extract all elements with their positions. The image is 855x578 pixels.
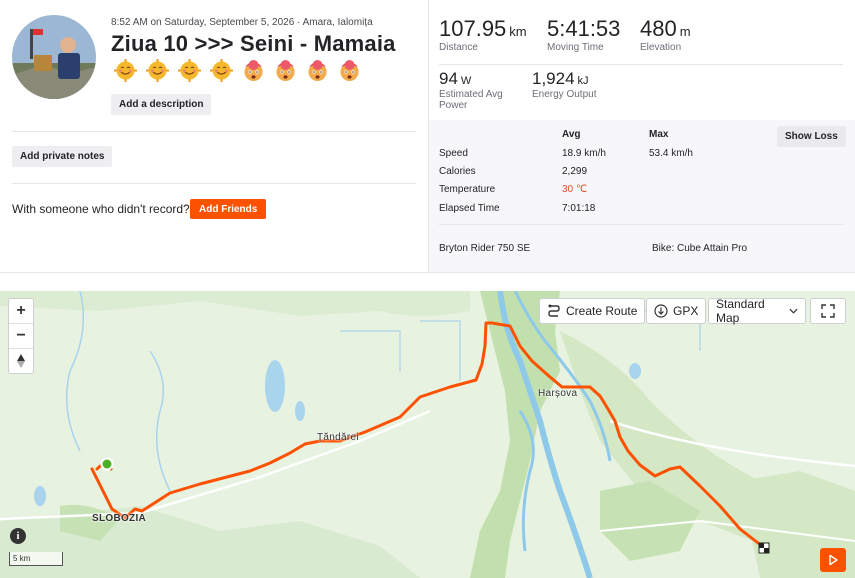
activity-title: Ziua 10 >>> Seini - Mamaia [111, 31, 396, 56]
elapsed-time-value: 7:01:18 [562, 203, 596, 214]
gpx-label: GPX [673, 304, 699, 318]
gpx-button[interactable]: GPX [646, 298, 707, 324]
avg-header: Avg [562, 129, 581, 140]
zoom-in-button[interactable]: + [9, 299, 33, 324]
energy-unit: kJ [577, 75, 589, 87]
power-stat: 94 W Estimated Avg Power [439, 69, 519, 111]
add-friends-button[interactable]: Add Friends [190, 199, 267, 219]
activity-meta: 8:52 AM on Saturday, September 5, 2026 ·… [111, 17, 373, 28]
elapsed-time-label: Elapsed Time [439, 203, 500, 214]
compass-icon [17, 354, 25, 368]
map-canvas [0, 291, 855, 578]
moving-time-stat: 5:41:53 Moving Time [547, 16, 620, 53]
divider [12, 183, 416, 184]
route-icon [548, 304, 560, 317]
power-value: 94 [439, 69, 458, 88]
town-label-harsova: Harșova [538, 388, 578, 399]
town-label-slobozia: SLOBOZIA [92, 513, 147, 524]
moving-time-value: 5:41:53 [547, 16, 621, 41]
fullscreen-button[interactable] [810, 298, 846, 324]
smiling-face-emoji [210, 59, 233, 82]
exploding-head-emoji [274, 59, 297, 82]
start-marker [100, 457, 114, 471]
distance-unit: km [509, 24, 527, 39]
energy-label: Energy Output [532, 89, 597, 100]
with-someone-text: With someone who didn't record? [12, 202, 190, 216]
zoom-controls: + − [8, 298, 34, 374]
speed-avg: 18.9 km/h [562, 148, 606, 159]
elevation-label: Elevation [640, 42, 682, 53]
add-private-notes-button[interactable]: Add private notes [12, 146, 113, 167]
speed-label: Speed [439, 148, 468, 159]
map-scale: 5 km [9, 552, 63, 566]
play-icon [829, 554, 838, 566]
activity-summary: 8:52 AM on Saturday, September 5, 2026 ·… [0, 0, 428, 272]
exploding-head-emoji [306, 59, 329, 82]
compass-button[interactable] [9, 349, 33, 373]
energy-stat: 1,924 kJ Energy Output [532, 69, 596, 100]
info-icon[interactable]: i [10, 528, 26, 544]
distance-value: 107.95 [439, 16, 507, 41]
chevron-down-icon [789, 308, 798, 314]
map-type-select[interactable]: Standard Map [708, 297, 806, 325]
create-route-label: Create Route [566, 304, 638, 318]
elevation-stat: 480 m Elevation [640, 16, 691, 53]
exploding-head-emoji [338, 59, 361, 82]
kudos-emojis [114, 59, 361, 82]
bike-name: Bike: Cube Attain Pro [652, 243, 748, 254]
elevation-value: 480 [640, 16, 677, 41]
smiling-face-emoji [114, 59, 137, 82]
download-icon [654, 304, 668, 318]
fullscreen-icon [821, 304, 835, 318]
device-name: Bryton Rider 750 SE [439, 243, 531, 254]
activity-card: 8:52 AM on Saturday, September 5, 2026 ·… [0, 0, 855, 273]
play-flyover-button[interactable] [820, 548, 846, 572]
temperature-label: Temperature [439, 184, 496, 195]
moving-time-label: Moving Time [547, 42, 604, 53]
speed-max: 53.4 km/h [649, 148, 693, 159]
zoom-out-button[interactable]: − [9, 324, 33, 349]
map-type-label: Standard Map [716, 297, 765, 325]
route-map[interactable] [0, 291, 855, 578]
smiling-face-emoji [178, 59, 201, 82]
calories-label: Calories [439, 166, 476, 177]
avatar[interactable] [12, 15, 96, 99]
exploding-head-emoji [242, 59, 265, 82]
create-route-button[interactable]: Create Route [539, 298, 646, 324]
add-description-button[interactable]: Add a description [111, 94, 212, 115]
max-header: Max [649, 129, 669, 140]
divider [439, 64, 843, 65]
distance-stat: 107.95 km Distance [439, 16, 527, 53]
show-loss-button[interactable]: Show Loss [777, 126, 846, 147]
finish-marker [758, 542, 770, 554]
temperature-value: 30 ℃ [562, 184, 588, 195]
divider [439, 224, 843, 225]
distance-label: Distance [439, 42, 478, 53]
energy-value: 1,924 [532, 69, 575, 88]
smiling-face-emoji [146, 59, 169, 82]
divider [12, 131, 416, 132]
elevation-unit: m [679, 24, 691, 39]
power-unit: W [460, 75, 472, 87]
calories-value: 2,299 [562, 166, 588, 177]
town-label-tandarei: Țăndărei [317, 432, 359, 443]
power-label: Estimated Avg Power [439, 89, 503, 111]
